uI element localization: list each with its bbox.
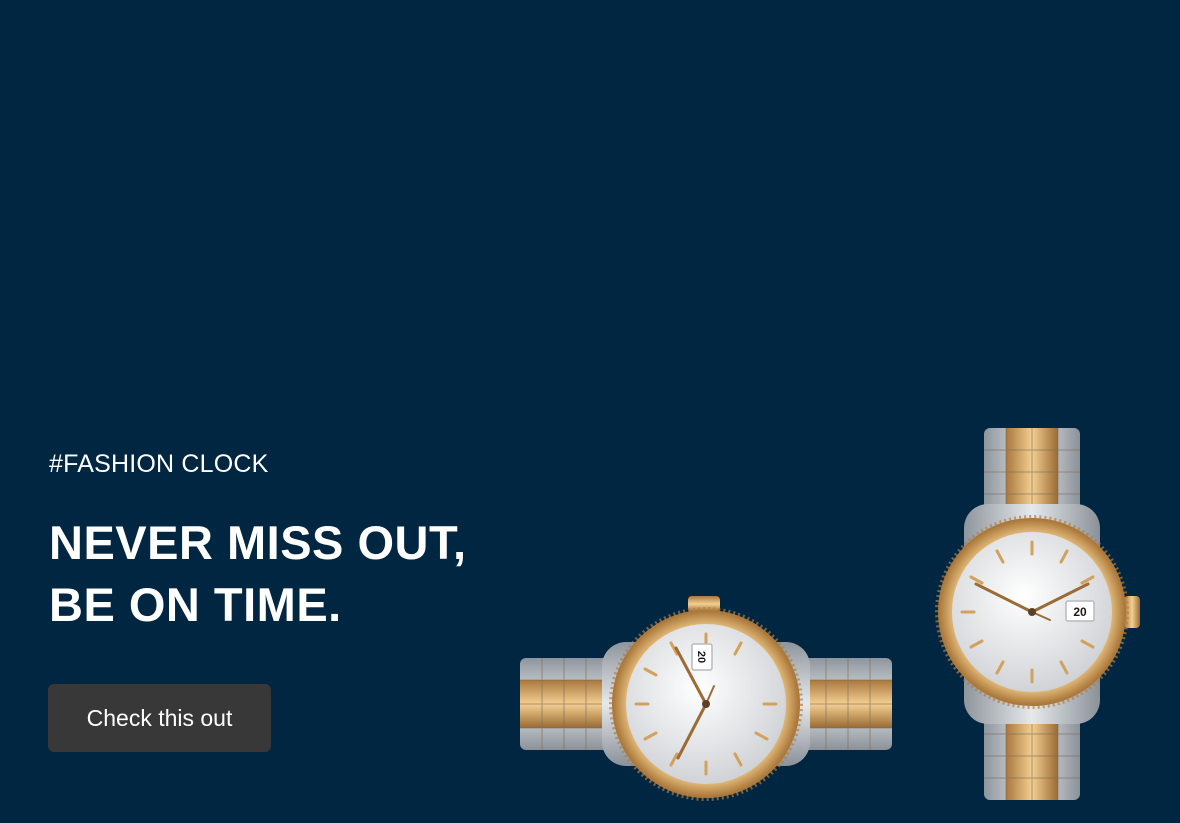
check-this-out-button[interactable]: Check this out [48, 684, 271, 752]
headline-line-1: NEVER MISS OUT, [49, 516, 467, 569]
headline-line-2: BE ON TIME. [49, 578, 342, 631]
date-window-label: 20 [1073, 605, 1087, 619]
wristwatch-horizontal-image: 20 [520, 596, 892, 801]
hero-headline: NEVER MISS OUT, BE ON TIME. [49, 512, 467, 636]
hero-tagline: #FASHION CLOCK [49, 450, 269, 478]
date-window-label: 20 [695, 651, 707, 663]
wristwatch-vertical-image: 20 [935, 428, 1140, 800]
hero-banner: #FASHION CLOCK NEVER MISS OUT, BE ON TIM… [0, 0, 1180, 823]
